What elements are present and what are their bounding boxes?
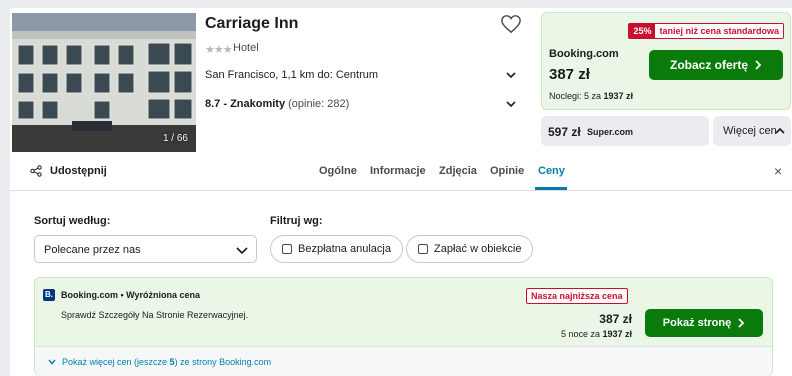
- heart-icon[interactable]: [500, 14, 522, 34]
- sort-value: Polecane przez nas: [44, 244, 141, 256]
- show-more-label: Pokaż więcej cen (jeszcze 5) ze strony B…: [62, 357, 272, 367]
- deal-nights: Noclegi: 5 za 1937 zł: [549, 91, 634, 101]
- prices-panel: Sortuj według: Polecane przez nas Filtru…: [10, 191, 792, 376]
- deal-provider: Booking.com: [549, 48, 619, 60]
- more-prices-button[interactable]: Więcej cen: [713, 116, 791, 146]
- show-site-label: Pokaż stronę: [662, 317, 732, 329]
- offer-nights: 5 noce za 1937 zł: [560, 329, 632, 339]
- tab-photos[interactable]: Zdjęcia: [439, 165, 477, 177]
- offer-footer: Pokaż więcej cen (jeszcze 5) ze strony B…: [35, 346, 772, 376]
- free-cancellation-label: Bezpłatna anulacja: [298, 243, 391, 255]
- tab-reviews[interactable]: Opinie: [490, 165, 524, 177]
- share-button[interactable]: Udostępnij: [30, 165, 107, 177]
- top-deal-box[interactable]: 25% taniej niż cena standardowa Booking.…: [541, 12, 791, 110]
- rating-score: 8.7 - Znakomity: [205, 98, 286, 110]
- chevron-right-icon: [755, 60, 762, 70]
- discount-text: taniej niż cena standardowa: [655, 24, 783, 38]
- hotel-rating[interactable]: 8.7 - Znakomity (opinie: 282): [205, 98, 349, 110]
- offer-price: 387 zł: [599, 312, 632, 326]
- alt-deal-price: 597 zł: [548, 125, 581, 139]
- featured-offer-card[interactable]: B. Booking.com • Wyróżniona cena Sprawdź…: [34, 277, 773, 376]
- pay-at-hotel-chip[interactable]: Zapłać w obiekcie: [406, 235, 534, 263]
- accommodation-type: Hotel: [233, 42, 259, 54]
- tab-overview[interactable]: Ogólne: [319, 165, 357, 177]
- chevron-down-icon: [48, 359, 56, 365]
- show-site-button[interactable]: Pokaż stronę: [645, 309, 763, 337]
- close-icon[interactable]: ×: [774, 163, 782, 179]
- top-strip: [0, 0, 792, 8]
- hotel-image[interactable]: 1 / 66: [12, 13, 196, 152]
- view-offer-label: Zobacz ofertę: [669, 58, 748, 72]
- hotel-card: 1 / 66 Carriage Inn ★★★ Hotel San Franci…: [10, 8, 792, 153]
- chevron-down-icon[interactable]: [505, 69, 517, 81]
- deal-price: 387 zł: [549, 66, 590, 83]
- alt-deal-provider: Super.com: [587, 127, 634, 137]
- image-counter: 1 / 66: [162, 133, 188, 144]
- offer-title: Booking.com • Wyróżniona cena: [61, 290, 201, 300]
- checkbox-icon: [418, 244, 428, 254]
- filter-label: Filtruj wg:: [270, 215, 323, 227]
- sort-label: Sortuj według:: [34, 215, 111, 227]
- active-tab-indicator: [535, 187, 567, 190]
- share-label: Udostępnij: [50, 165, 107, 177]
- hotel-name[interactable]: Carriage Inn: [205, 15, 298, 33]
- view-offer-button[interactable]: Zobacz ofertę: [649, 50, 783, 80]
- offer-description: Sprawdź Szczegóły Na Stronie Rezerwacyjn…: [61, 310, 249, 320]
- detail-tabs-bar: Udostępnij Ogólne Informacje Zdjęcia Opi…: [10, 153, 792, 191]
- discount-percent: 25%: [629, 24, 656, 38]
- tab-prices[interactable]: Ceny: [538, 165, 565, 177]
- booking-logo-icon: B.: [43, 289, 55, 301]
- sort-select[interactable]: Polecane przez nas: [34, 235, 257, 263]
- share-icon: [30, 165, 42, 177]
- tab-info[interactable]: Informacje: [370, 165, 426, 177]
- alt-deal-row[interactable]: 597 zł Super.com: [541, 116, 709, 146]
- show-more-prices-link[interactable]: Pokaż więcej cen (jeszcze 5) ze strony B…: [48, 357, 271, 367]
- discount-badge: 25% taniej niż cena standardowa: [628, 23, 784, 39]
- checkbox-icon: [282, 244, 292, 254]
- chevron-up-icon: [775, 127, 785, 134]
- chevron-down-icon[interactable]: [505, 98, 517, 110]
- rating-count: (opinie: 282): [288, 98, 350, 110]
- lowest-price-badge: Nasza najniższa cena: [526, 288, 628, 304]
- pay-at-hotel-label: Zapłać w obiekcie: [434, 243, 522, 255]
- free-cancellation-chip[interactable]: Bezpłatna anulacja: [270, 235, 403, 263]
- chevron-down-icon: [236, 247, 248, 255]
- hotel-location[interactable]: San Francisco, 1,1 km do: Centrum: [205, 69, 378, 81]
- chevron-right-icon: [738, 318, 745, 328]
- more-prices-label: Więcej cen: [723, 125, 777, 137]
- star-rating: ★★★: [205, 44, 233, 56]
